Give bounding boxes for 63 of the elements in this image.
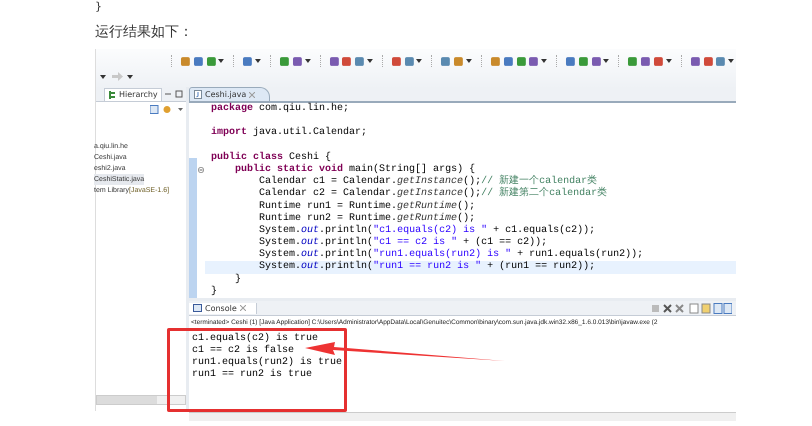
java-file-icon [194,90,202,99]
code-line: System.out.println("run1.equals(run2) is " + run1.equals(run2)); [258,249,644,260]
toolbar-tool-icon[interactable] [640,56,651,66]
toolbar-tool-icon[interactable] [516,56,526,66]
code-line: } [210,286,218,298]
toolbar-tool-icon[interactable] [502,56,514,66]
code-line: Runtime run2 = Runtime.getRuntime(); [258,212,476,224]
close-icon[interactable] [240,305,246,311]
console-output-line: c1.equals(c2) is true [192,333,320,344]
toolbar-tool-icon[interactable] [180,56,191,66]
code-line: Calendar c2 = Calendar.getInstance();// 新建第二个calendar类 [258,188,608,200]
code-line: Runtime run1 = Runtime.getRuntime(); [258,200,476,212]
code-line: System.out.println("c1.equals(c2) is " + c1.equals(c2)); [258,224,596,236]
console-tools-icon[interactable] [652,302,732,314]
caret-icon[interactable] [100,74,106,78]
toolbar-tool-icon[interactable] [328,56,340,66]
fold-icon[interactable] [198,166,204,173]
toolbar-tool-icon[interactable] [341,56,352,66]
caret-icon[interactable] [541,59,548,63]
caret-icon[interactable] [127,74,133,78]
caret-icon[interactable] [603,59,610,63]
console-output-line: c1 == c2 is false [192,345,344,357]
code-line: System.out.println("c1 == c2 is " + (c1 == c2)); [258,237,548,248]
caret-icon[interactable] [366,59,373,63]
toolbar-tool-icon[interactable] [627,56,638,66]
toolbar-tool-icon[interactable] [292,56,303,66]
toolbar-tool-icon[interactable] [565,56,576,66]
minimize-maximize-icon[interactable] [164,90,184,98]
caret-icon[interactable] [666,59,672,63]
toolbar-tool-icon[interactable] [192,56,204,66]
caption-text: 运行结果如下： [95,23,194,41]
code-line: public class Ceshi { [210,152,332,164]
close-icon[interactable] [249,92,256,98]
code-line: package com.qiu.lin.he; [210,103,350,116]
toolbar-tool-icon[interactable] [702,56,714,66]
code-line: Calendar c1 = Calendar.getInstance();// 新建一个calendar类 [258,176,598,188]
toolbar-tool-icon[interactable] [690,56,700,66]
toolbar-tool-icon[interactable] [490,56,501,66]
code-line: import java.util.Calendar; [210,127,368,140]
caret-icon[interactable] [728,59,734,63]
editor-tab[interactable]: Ceshi.java [189,87,270,101]
caret-icon[interactable] [255,59,262,63]
toolbar-tool-icon[interactable] [528,56,540,66]
caret-icon[interactable] [466,59,472,63]
caret-icon[interactable] [416,59,422,63]
view-tools-icon[interactable] [150,105,184,114]
hierarchy-tab[interactable]: Hierarchy [104,88,162,100]
toolbar-tool-icon[interactable] [440,56,452,66]
console-output-line: run1 == run2 is true [192,369,314,381]
toolbar-tool-icon[interactable] [390,56,402,66]
toolbar-tool-icon[interactable] [279,56,290,66]
console-icon [193,304,202,312]
toolbar-tool-icon[interactable] [242,56,254,66]
hierarchy-icon [108,90,117,100]
console-tab[interactable]: Console [189,302,257,314]
toolbar-tool-icon[interactable] [652,56,664,66]
caret-icon[interactable] [304,59,311,63]
code-brace: } [95,0,102,13]
toolbar-tool-icon[interactable] [590,56,602,66]
console-output-line: run1.equals(run2) is true [192,357,344,368]
toolbar-tool-icon[interactable] [578,56,589,66]
caret-icon[interactable] [218,59,224,63]
code-line: } [234,274,242,286]
